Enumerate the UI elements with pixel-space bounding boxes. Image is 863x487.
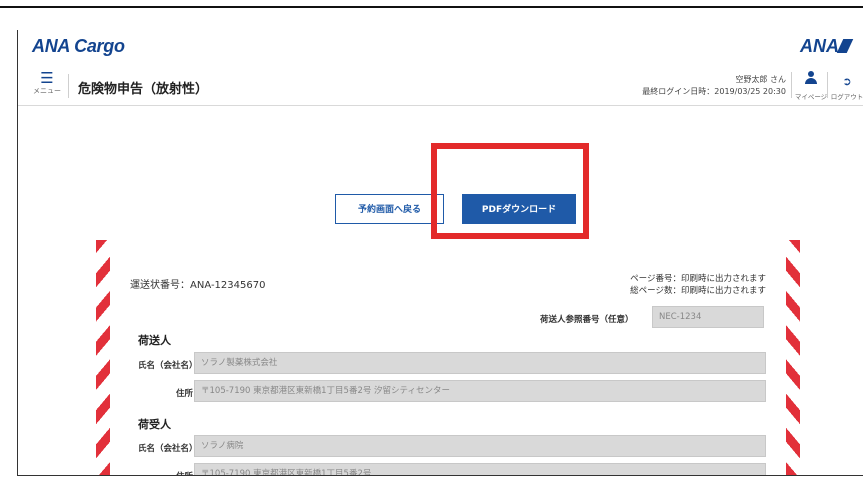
mypage-label: マイページ (794, 93, 828, 101)
user-divider (791, 72, 792, 98)
user-name: 空野太郎 さん (735, 75, 786, 84)
consignee-section-title: 荷受人 (138, 418, 171, 431)
shipper-name-label: 氏名（会社名） (138, 361, 198, 371)
brand-bar: ANA Cargo ANA (18, 30, 863, 64)
shipper-name-field: ソラノ製薬株式会社 (194, 352, 766, 374)
menu-button[interactable]: ☰ メニュー (30, 70, 64, 102)
page-title: 危険物申告（放射性） (78, 82, 209, 97)
shipper-reference-label: 荷送人参照番号（任意） (540, 315, 634, 325)
icon-divider (827, 72, 828, 98)
shipper-section-title: 荷送人 (138, 334, 171, 347)
shipper-address-label: 住所 (176, 389, 194, 399)
user-info: 空野太郎 さん 最終ログイン日時：2019/03/25 20:30 (642, 74, 786, 98)
consignee-name-label: 氏名（会社名） (138, 444, 198, 454)
page-header: ☰ メニュー 危険物申告（放射性） 空野太郎 さん 最終ログイン日時：2019/… (18, 66, 863, 106)
ana-cargo-logo[interactable]: ANA Cargo (32, 36, 125, 57)
logout-icon: ➲ (842, 75, 852, 88)
logout-button[interactable]: ➲ ログアウト (830, 70, 863, 102)
person-icon (804, 71, 818, 85)
top-border (0, 6, 863, 8)
consignee-name-field: ソラノ病院 (194, 435, 766, 457)
hazard-stripe-right (786, 240, 800, 475)
shipper-address-field: 〒105-7190 東京都港区東新橋1丁目5番2号 汐留シティセンター (194, 380, 766, 402)
last-login: 最終ログイン日時：2019/03/25 20:30 (642, 87, 786, 96)
hamburger-icon: ☰ (40, 69, 54, 87)
logout-label: ログアウト (830, 93, 863, 101)
total-pages: 総ページ数：印刷時に出力されます (630, 286, 766, 296)
ana-logo-text: ANA (800, 36, 839, 56)
highlight-annotation (431, 143, 589, 239)
shipper-reference-field: NEC-1234 (652, 306, 764, 328)
page-number: ページ番号：印刷時に出力されます (630, 274, 766, 284)
hazard-stripe-left (96, 240, 110, 475)
page-info: ページ番号：印刷時に出力されます 総ページ数：印刷時に出力されます (630, 273, 766, 297)
menu-label: メニュー (33, 87, 61, 95)
waybill-number: 運送状番号：ANA-12345670 (130, 280, 266, 291)
consignee-address-field: 〒105-7190 東京都港区東新橋1丁目5番2号 (194, 463, 766, 475)
back-to-reservation-button[interactable]: 予約画面へ戻る (335, 194, 444, 224)
header-divider (68, 74, 69, 98)
ana-logo: ANA (800, 36, 854, 57)
app-window: ANA Cargo ANA ☰ メニュー 危険物申告（放射性） 空野太郎 さん … (17, 30, 863, 476)
consignee-address-label: 住所 (176, 470, 193, 475)
mypage-button[interactable]: マイページ (794, 70, 828, 102)
ana-logo-mark-icon (836, 39, 854, 53)
